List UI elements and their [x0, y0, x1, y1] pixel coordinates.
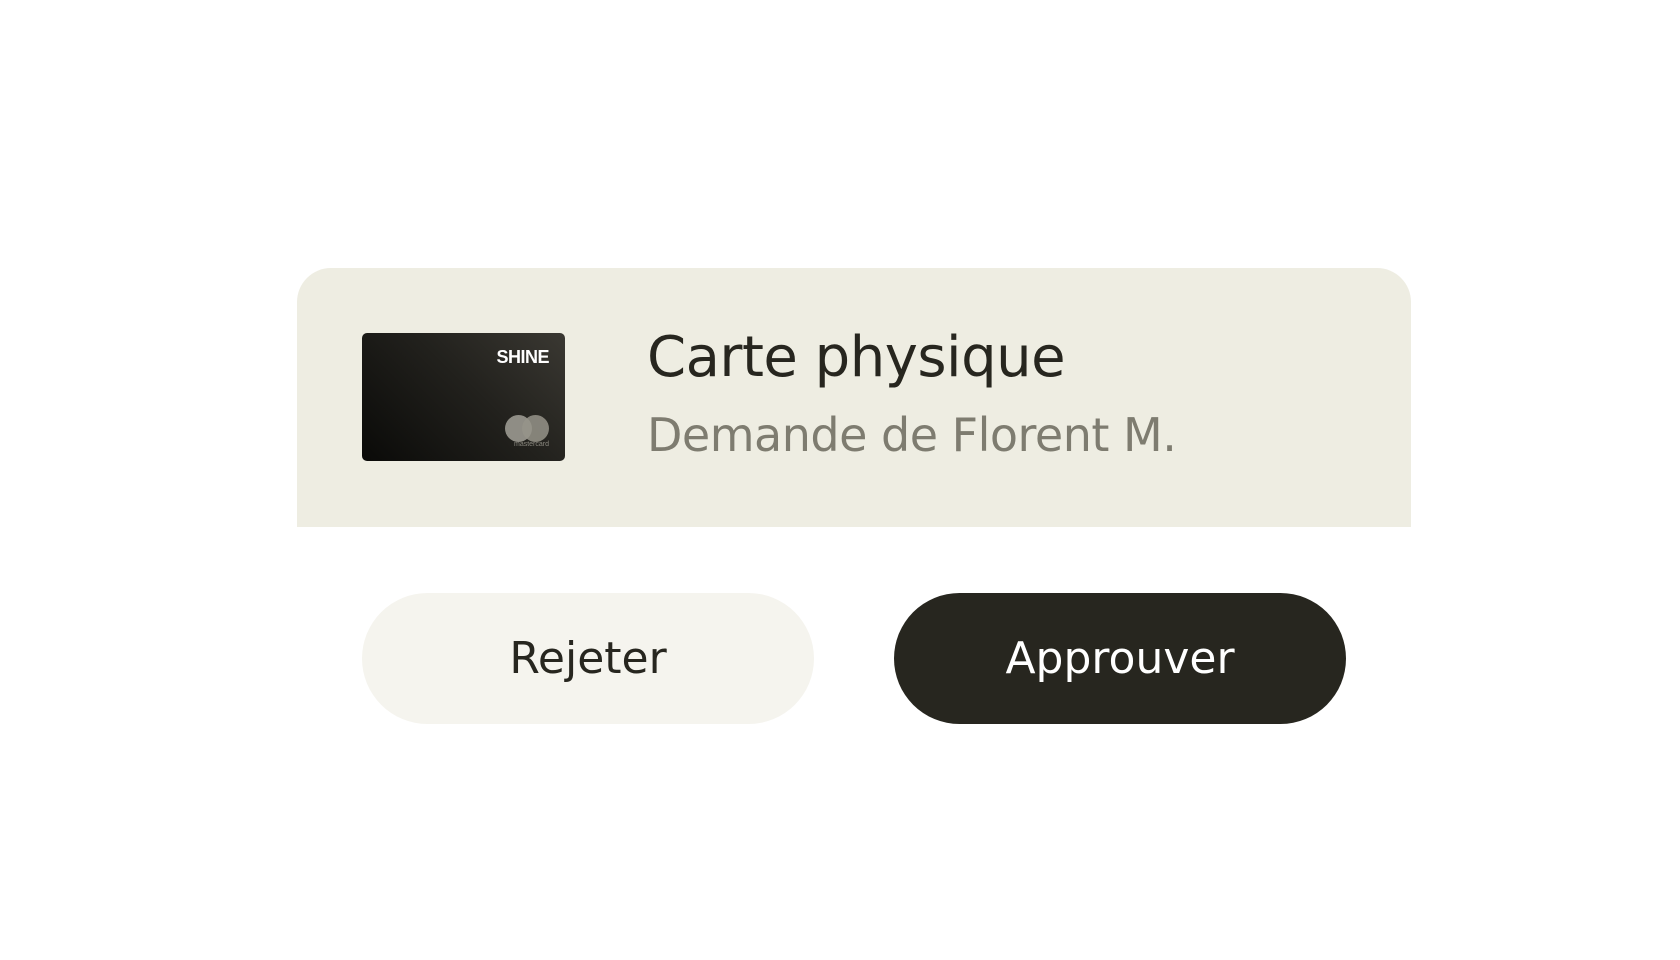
card-network-label: mastercard: [513, 441, 549, 448]
card-brand-label: SHINE: [496, 347, 549, 367]
mastercard-right-circle: [522, 415, 549, 442]
request-subtitle: Demande de Florent M.: [647, 408, 1177, 462]
approve-button[interactable]: Approuver: [894, 593, 1346, 724]
credit-card-icon: SHINE mastercard: [362, 333, 565, 461]
reject-button[interactable]: Rejeter: [362, 593, 814, 724]
card-request-panel: SHINE mastercard Carte physique Demande …: [297, 268, 1411, 527]
mastercard-logo-icon: [505, 415, 549, 443]
request-title: Carte physique: [647, 325, 1066, 390]
